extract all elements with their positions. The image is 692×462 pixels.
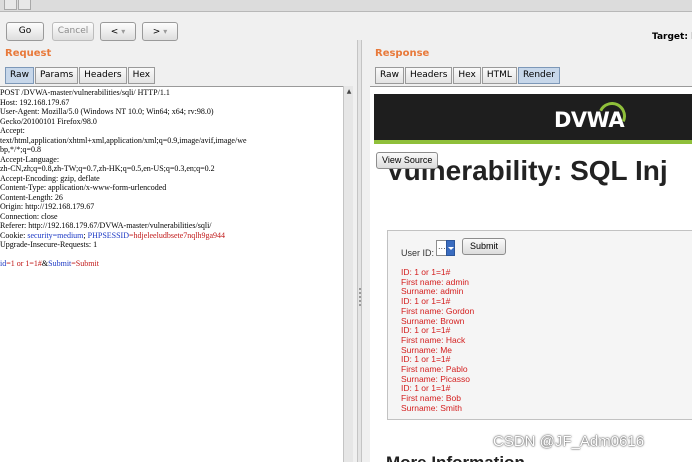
response-tab-hex[interactable]: Hex <box>453 67 481 84</box>
body-submit-name: Submit <box>48 259 72 268</box>
request-line: User-Agent: Mozilla/5.0 (Windows NT 10.0… <box>0 107 214 116</box>
request-body: id=1 or 1=1#&Submit=Submit <box>0 259 247 269</box>
vulnerable-form-box: User ID: ... Submit ID: 1 or 1=1# First n… <box>387 230 692 420</box>
request-tab-headers[interactable]: Headers <box>79 67 127 84</box>
submit-button[interactable]: Submit <box>462 238 507 255</box>
mini-tab-1[interactable] <box>4 0 17 10</box>
response-tab-headers[interactable]: Headers <box>404 67 453 84</box>
chevron-down-icon <box>446 240 455 256</box>
back-button[interactable]: < ▾ <box>100 22 136 41</box>
user-id-select-value: ... <box>438 242 446 251</box>
chevron-left-icon: < <box>110 27 119 37</box>
request-line: bp,*/*;q=0.8 <box>0 145 41 154</box>
response-title: Response <box>375 48 430 59</box>
request-line: Referer: http://192.168.179.67/DVWA-mast… <box>0 221 212 230</box>
mini-tab-2[interactable] <box>18 0 31 10</box>
request-title: Request <box>5 48 52 59</box>
response-tabs: Raw Headers Hex HTML Render <box>375 67 561 84</box>
pane-divider[interactable] <box>357 40 362 462</box>
request-scrollbar[interactable]: ▲ <box>343 86 353 462</box>
query-results: ID: 1 or 1=1# First name: admin Surname: a… <box>401 267 474 414</box>
chevron-down-icon: ▾ <box>163 27 168 36</box>
grip-icon <box>359 288 361 308</box>
request-line: Content-Length: 26 <box>0 192 63 202</box>
cookie-security: security=medium <box>27 230 84 240</box>
cancel-button[interactable]: Cancel <box>52 22 94 41</box>
user-id-select[interactable]: ... <box>436 240 455 256</box>
request-tab-raw[interactable]: Raw <box>5 67 34 84</box>
request-line: POST /DVWA-master/vulnerabilities/sqli/ … <box>0 88 170 97</box>
more-information-heading: More Information <box>386 453 525 462</box>
request-line: Upgrade-Insecure-Requests: 1 <box>0 240 98 249</box>
go-button[interactable]: Go <box>6 22 44 41</box>
request-line: Accept: <box>0 126 25 135</box>
cookie-prefix: Cookie: <box>0 230 28 240</box>
request-line: Connection: close <box>0 211 58 221</box>
request-editor[interactable]: POST /DVWA-master/vulnerabilities/sqli/ … <box>0 86 343 462</box>
request-text[interactable]: POST /DVWA-master/vulnerabilities/sqli/ … <box>0 88 247 269</box>
request-line: Accept-Language: <box>0 154 60 164</box>
forward-button[interactable]: > ▾ <box>142 22 178 41</box>
chevron-right-icon: > <box>152 27 161 37</box>
request-tab-params[interactable]: Params <box>34 67 79 84</box>
cookie-line: Cookie: security=medium; PHPSESSID=hdjel… <box>0 231 247 241</box>
request-line: zh-CN,zh;q=0.8,zh-TW;q=0.7,zh-HK;q=0.5,e… <box>0 164 215 173</box>
target-label[interactable]: Target: ht <box>652 32 692 42</box>
watermark: CSDN @JF_Adm0616 <box>493 433 645 450</box>
result-line: Surname: Smith <box>401 402 462 413</box>
chevron-down-icon: ▾ <box>121 27 126 36</box>
view-source-button[interactable]: View Source <box>376 152 439 169</box>
body-submit-value: =Submit <box>71 259 99 268</box>
cookie-phpsessid-name: PHPSESSID <box>87 230 129 240</box>
repeater-toolbar: Go Cancel <▾ >▾ Target: ht <box>0 12 692 48</box>
scroll-up-icon[interactable]: ▲ <box>345 87 353 96</box>
body-id-value: =1 or 1=1# <box>6 259 42 268</box>
request-line: Accept-Encoding: gzip, deflate <box>0 173 100 183</box>
user-id-label: User ID: <box>401 248 435 258</box>
response-render-view[interactable]: DVWA Vulnerability: SQL Inj View Source … <box>370 86 692 462</box>
request-line: Content-Type: application/x-www-form-url… <box>0 183 167 192</box>
request-line: Host: 192.168.179.67 <box>0 97 70 107</box>
request-line: Origin: http://192.168.179.67 <box>0 202 95 211</box>
request-line: Gecko/20100101 Firefox/98.0 <box>0 116 97 126</box>
cookie-phpsessid-value: =hdjeleeludbsete7nqlh9ga944 <box>129 230 226 240</box>
response-tab-html[interactable]: HTML <box>481 67 517 84</box>
request-tab-hex[interactable]: Hex <box>127 67 156 84</box>
window-top-strip <box>0 0 692 12</box>
response-tab-raw[interactable]: Raw <box>375 67 404 84</box>
request-line: text/html,application/xhtml+xml,applicat… <box>0 135 247 145</box>
dvwa-header: DVWA <box>374 94 692 144</box>
request-tabs: Raw Params Headers Hex <box>5 67 156 84</box>
response-tab-render[interactable]: Render <box>517 67 560 84</box>
